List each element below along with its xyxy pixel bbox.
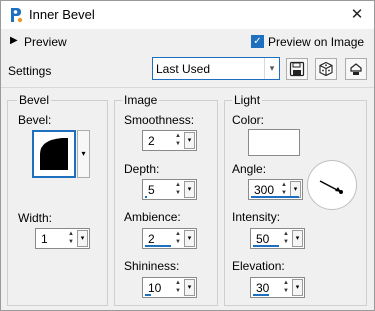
intensity-level-bar [253,245,279,247]
ambience-level-bar [145,245,171,247]
elevation-label: Elevation: [232,259,285,273]
bevel-dropdown-button[interactable]: ▾ [77,130,90,178]
expand-arrow-icon[interactable]: ▶ [10,35,18,46]
smoothness-dropdown-icon[interactable]: ▾ [184,132,195,149]
preview-on-image-checkbox[interactable]: ✓ [251,35,264,48]
title-bar: Inner Bevel ✕ [1,1,374,29]
shininess-label: Shininess: [124,259,180,273]
smoothness-label: Smoothness: [124,113,195,127]
close-button[interactable]: ✕ [345,4,369,26]
angle-spinner[interactable]: 300 ▲ ▼ ▾ [248,179,303,200]
elevation-level-bar [253,294,269,296]
preview-toggle[interactable]: Preview [24,35,67,49]
color-label: Color: [232,113,265,127]
depth-label: Depth: [124,162,160,176]
app-logo-icon [11,8,23,23]
ambience-value: 2 [148,232,155,246]
spin-updown-icon[interactable]: ▲ ▼ [173,279,183,296]
elevation-value: 30 [256,281,270,295]
depth-level-bar [145,196,147,198]
shininess-dropdown-icon[interactable]: ▾ [184,279,195,296]
bevel-shape-preview[interactable] [32,130,76,178]
spin-updown-icon[interactable]: ▲ ▼ [173,132,183,149]
reset-icon [350,63,362,75]
bevel-group-title: Bevel [17,93,52,107]
angle-value: 300 [254,183,275,197]
smoothness-value: 2 [148,134,155,148]
window-title: Inner Bevel [29,7,95,22]
spin-updown-icon[interactable]: ▲ ▼ [281,230,291,247]
inner-bevel-dialog: Inner Bevel ✕ ▶ Preview ✓ Preview on Ima… [0,0,375,311]
angle-level-bar [251,196,299,198]
depth-value: 5 [148,183,155,197]
width-value: 1 [41,232,48,246]
randomize-dice-icon [319,61,333,77]
intensity-spinner[interactable]: 50 ▲ ▼ ▾ [250,228,305,249]
spin-updown-icon[interactable]: ▲ ▼ [173,181,183,198]
angle-dial[interactable] [307,160,357,210]
save-preset-icon [289,61,305,77]
smoothness-spinner[interactable]: 2 ▲ ▼ ▾ [142,130,197,151]
depth-spinner[interactable]: 5 ▲ ▼ ▾ [142,179,197,200]
width-spinner[interactable]: 1 ▲ ▼ ▾ [35,228,90,249]
depth-dropdown-icon[interactable]: ▾ [184,181,195,198]
intensity-value: 50 [256,232,270,246]
divider [1,87,374,88]
shininess-level-bar [145,294,151,296]
image-group-title: Image [122,93,160,107]
preview-row: ▶ Preview ✓ Preview on Image [1,31,374,53]
shininess-value: 10 [148,281,162,295]
preset-value: Last Used [156,62,211,76]
shininess-spinner[interactable]: 10 ▲ ▼ ▾ [142,277,197,298]
spin-updown-icon[interactable]: ▲ ▼ [173,230,183,247]
intensity-dropdown-icon[interactable]: ▾ [292,230,303,247]
light-group-title: Light [232,93,263,107]
intensity-label: Intensity: [232,210,281,224]
elevation-spinner[interactable]: 30 ▲ ▼ ▾ [250,277,305,298]
width-dropdown-icon[interactable]: ▾ [77,230,88,247]
angle-label: Angle: [232,162,267,176]
reset-button[interactable] [345,58,367,80]
preset-select[interactable]: Last Used ▾ [152,57,280,80]
ambience-dropdown-icon[interactable]: ▾ [184,230,195,247]
width-label: Width: [18,211,53,225]
elevation-dropdown-icon[interactable]: ▾ [292,279,303,296]
light-color-swatch[interactable] [248,129,300,156]
spin-updown-icon[interactable]: ▲ ▼ [281,279,291,296]
ambience-label: Ambience: [124,210,181,224]
randomize-button[interactable] [315,58,337,80]
chevron-down-icon: ▾ [264,58,279,79]
bevel-shape-icon [40,138,68,170]
bevel-label: Bevel: [18,113,52,127]
angle-dial-needle-icon [319,180,343,194]
preview-on-image-label[interactable]: Preview on Image [268,35,364,49]
save-preset-button[interactable] [286,58,308,80]
settings-label: Settings [8,64,52,78]
ambience-spinner[interactable]: 2 ▲ ▼ ▾ [142,228,197,249]
spin-updown-icon[interactable]: ▲ ▼ [66,230,76,247]
